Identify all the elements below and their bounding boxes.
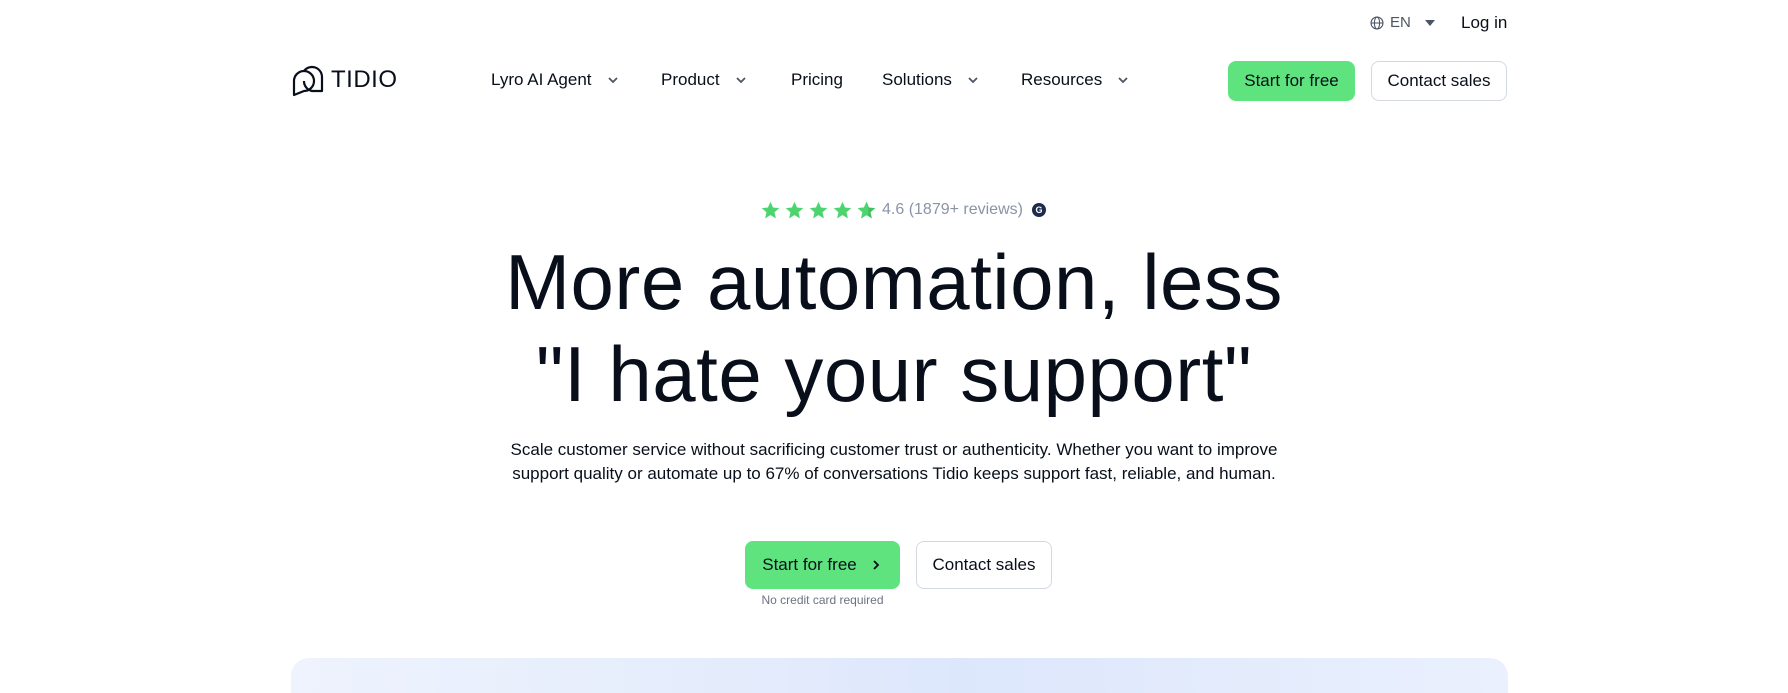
nav-item-resources[interactable]: Resources [1021, 70, 1130, 90]
star-icon [761, 201, 780, 218]
nav-item-product[interactable]: Product [661, 70, 748, 90]
product-preview-panel [291, 658, 1508, 693]
language-label: EN [1390, 14, 1411, 31]
partial-star-icon [857, 201, 876, 218]
chevron-down-icon [1118, 77, 1128, 84]
logo-text: TIDIO [331, 66, 398, 93]
subtext-line-1: Scale customer service without sacrifici… [510, 440, 1278, 459]
chevron-down-icon [968, 77, 978, 84]
headline-line-2: "I hate your support" [535, 330, 1253, 418]
nav-item-solutions[interactable]: Solutions [882, 70, 980, 90]
star-icon [833, 201, 852, 218]
tidio-logo[interactable]: TIDIO [290, 62, 398, 98]
nav-item-label: Product [661, 70, 720, 89]
login-link[interactable]: Log in [1461, 13, 1507, 33]
subtext-line-2: support quality or automate up to 67% of… [512, 464, 1276, 483]
hero-start-free-button[interactable]: Start for free [745, 541, 900, 589]
nav-item-label: Lyro AI Agent [491, 70, 592, 89]
nav-contact-sales-button[interactable]: Contact sales [1371, 61, 1507, 101]
nav-item-label: Pricing [791, 70, 843, 89]
rating-text: 4.6 (1879+ reviews) [882, 201, 1023, 218]
language-selector[interactable]: EN [1370, 14, 1435, 31]
review-rating: 4.6 (1879+ reviews) G [760, 197, 1046, 223]
nav-item-label: Resources [1021, 70, 1103, 89]
globe-icon [1370, 15, 1384, 30]
chevron-right-icon [873, 560, 880, 570]
caret-down-icon [1424, 19, 1435, 26]
nav-start-free-button[interactable]: Start for free [1228, 61, 1355, 101]
button-label: Start for free [762, 555, 857, 574]
g2-badge-icon: G [1031, 203, 1046, 217]
chevron-down-icon [607, 77, 618, 84]
chevron-down-icon [735, 77, 746, 84]
nav-item-pricing[interactable]: Pricing [791, 70, 843, 90]
hero-contact-sales-button[interactable]: Contact sales [916, 541, 1052, 589]
star-rating [760, 200, 877, 221]
main-navigation: TIDIO Lyro AI Agent Product Pricing Solu… [0, 56, 1788, 106]
no-credit-card-note: No credit card required [761, 593, 884, 607]
star-icon [785, 201, 804, 218]
headline-line-1: More automation, less [505, 238, 1283, 326]
nav-item-lyro-ai-agent[interactable]: Lyro AI Agent [491, 70, 620, 90]
tidio-logo-icon [292, 65, 324, 97]
hero-headline: More automation, less "I hate your suppo… [394, 236, 1394, 420]
top-bar: EN Log in [0, 0, 1788, 46]
star-icon [809, 201, 828, 218]
nav-item-label: Solutions [882, 70, 952, 89]
hero-subtext: Scale customer service without sacrifici… [494, 438, 1294, 486]
